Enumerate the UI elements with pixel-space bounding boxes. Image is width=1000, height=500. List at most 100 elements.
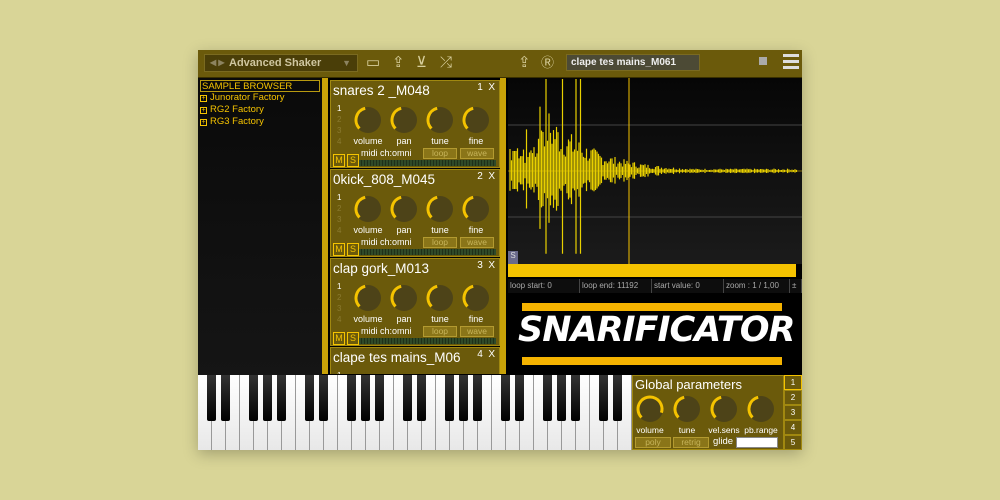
start-value[interactable]: start value: 0	[652, 279, 724, 293]
expand-icon[interactable]: +	[200, 95, 207, 102]
layer-1[interactable]: 1	[337, 104, 341, 113]
layer-2[interactable]: 2	[337, 204, 341, 213]
velocity-layers[interactable]: 1234	[337, 370, 341, 374]
poly-button[interactable]: poly	[635, 437, 671, 448]
preset-selector[interactable]: ◀ ▶ Advanced Shaker ▼	[204, 54, 358, 72]
sample-slot[interactable]: 0kick_808_M045 2 X 1 2 3 4 volume pan tune fin…	[330, 169, 500, 257]
black-key[interactable]	[515, 375, 524, 421]
expand-icon[interactable]: +	[200, 119, 207, 126]
layer-1[interactable]: 1	[337, 371, 341, 374]
pan-knob[interactable]	[390, 195, 417, 222]
shuffle-icon[interactable]: ⤮	[440, 54, 452, 72]
loop-start[interactable]: loop start: 0	[508, 279, 580, 293]
layer-2[interactable]: 2	[337, 115, 341, 124]
resize-icon[interactable]: ▭	[366, 54, 380, 72]
layer-1[interactable]: 1	[337, 193, 341, 202]
piano-keyboard[interactable]	[198, 375, 632, 450]
layer-1[interactable]: 1	[337, 282, 341, 291]
black-key[interactable]	[221, 375, 230, 421]
black-key[interactable]	[347, 375, 356, 421]
midi-channel[interactable]: midi ch:omni	[361, 237, 412, 247]
black-key[interactable]	[571, 375, 580, 421]
prev-next-arrows-icon[interactable]: ◀ ▶	[210, 58, 225, 67]
page-tab-5[interactable]: 5	[784, 435, 802, 450]
global-pb-range-knob[interactable]	[747, 395, 774, 422]
slots-scrollbar[interactable]	[500, 78, 506, 374]
black-key[interactable]	[417, 375, 426, 421]
layer-2[interactable]: 2	[337, 293, 341, 302]
loop-button[interactable]: loop	[423, 237, 457, 248]
black-key[interactable]	[249, 375, 258, 421]
stop-icon[interactable]	[759, 57, 767, 65]
volume-knob[interactable]	[354, 195, 381, 222]
close-slot-button[interactable]: X	[488, 260, 495, 271]
midi-channel[interactable]: midi ch:omni	[361, 326, 412, 336]
glide-field[interactable]	[736, 437, 778, 448]
layer-4[interactable]: 4	[337, 315, 341, 324]
tune-knob[interactable]	[426, 195, 453, 222]
close-slot-button[interactable]: X	[488, 171, 495, 182]
export-icon[interactable]: ⇪	[392, 54, 405, 72]
zoom-value[interactable]: zoom : 1 / 1,00	[724, 279, 790, 293]
layer-4[interactable]: 4	[337, 226, 341, 235]
midi-channel[interactable]: midi ch:omni	[361, 148, 412, 158]
browser-item[interactable]: + Junorator Factory	[198, 92, 322, 104]
wave-button[interactable]: wave	[460, 237, 494, 248]
page-tab-1[interactable]: 1	[784, 375, 802, 390]
tune-knob[interactable]	[426, 284, 453, 311]
browser-item[interactable]: + RG2 Factory	[198, 104, 322, 116]
layer-3[interactable]: 3	[337, 215, 341, 224]
black-key[interactable]	[207, 375, 216, 421]
mute-button[interactable]: M	[333, 154, 345, 167]
zoom-stepper[interactable]: ±	[790, 279, 802, 293]
browser-item[interactable]: + RG3 Factory	[198, 116, 322, 128]
solo-button[interactable]: S	[347, 243, 359, 256]
sample-slot[interactable]: snares 2 _M048 1 X 1 2 3 4 volume pan tune fin…	[330, 80, 500, 168]
black-key[interactable]	[557, 375, 566, 421]
black-key[interactable]	[501, 375, 510, 421]
black-key[interactable]	[403, 375, 412, 421]
global-vel-sens-knob[interactable]	[710, 395, 737, 422]
black-key[interactable]	[263, 375, 272, 421]
volume-knob[interactable]	[354, 284, 381, 311]
loop-button[interactable]: loop	[423, 148, 457, 159]
black-key[interactable]	[613, 375, 622, 421]
black-key[interactable]	[319, 375, 328, 421]
fine-knob[interactable]	[462, 106, 489, 133]
fine-knob[interactable]	[462, 195, 489, 222]
expand-icon[interactable]: +	[200, 107, 207, 114]
wave-button[interactable]: wave	[460, 326, 494, 337]
start-marker[interactable]: S	[508, 251, 518, 264]
black-key[interactable]	[459, 375, 468, 421]
volume-knob[interactable]	[354, 106, 381, 133]
black-key[interactable]	[361, 375, 370, 421]
sample-slot[interactable]: clap gork_M013 3 X 1 2 3 4 volume pan tune fin…	[330, 258, 500, 346]
loop-button[interactable]: loop	[423, 326, 457, 337]
black-key[interactable]	[543, 375, 552, 421]
upload-icon[interactable]: ⇪	[518, 54, 531, 72]
page-tab-2[interactable]: 2	[784, 390, 802, 405]
black-key[interactable]	[305, 375, 314, 421]
retrig-button[interactable]: retrig	[673, 437, 709, 448]
waveform-display[interactable]	[508, 78, 802, 264]
menu-icon[interactable]	[783, 54, 799, 72]
black-key[interactable]	[599, 375, 608, 421]
black-key[interactable]	[277, 375, 286, 421]
global-volume-knob[interactable]	[636, 395, 664, 422]
mute-button[interactable]: M	[333, 243, 345, 256]
solo-button[interactable]: S	[347, 332, 359, 345]
chevron-down-icon[interactable]: ▼	[342, 58, 351, 68]
global-tune-knob[interactable]	[673, 395, 700, 422]
velocity-layers[interactable]: 1234	[337, 103, 341, 147]
velocity-layers[interactable]: 1234	[337, 281, 341, 325]
close-slot-button[interactable]: X	[488, 82, 495, 93]
black-key[interactable]	[445, 375, 454, 421]
mute-button[interactable]: M	[333, 332, 345, 345]
sample-slot[interactable]: clape tes mains_M06 4 X 1234 volumepantu…	[330, 347, 500, 374]
page-tab-4[interactable]: 4	[784, 420, 802, 435]
layer-3[interactable]: 3	[337, 126, 341, 135]
loop-end[interactable]: loop end: 11192	[580, 279, 652, 293]
close-slot-button[interactable]: X	[488, 349, 495, 360]
solo-button[interactable]: S	[347, 154, 359, 167]
fine-knob[interactable]	[462, 284, 489, 311]
